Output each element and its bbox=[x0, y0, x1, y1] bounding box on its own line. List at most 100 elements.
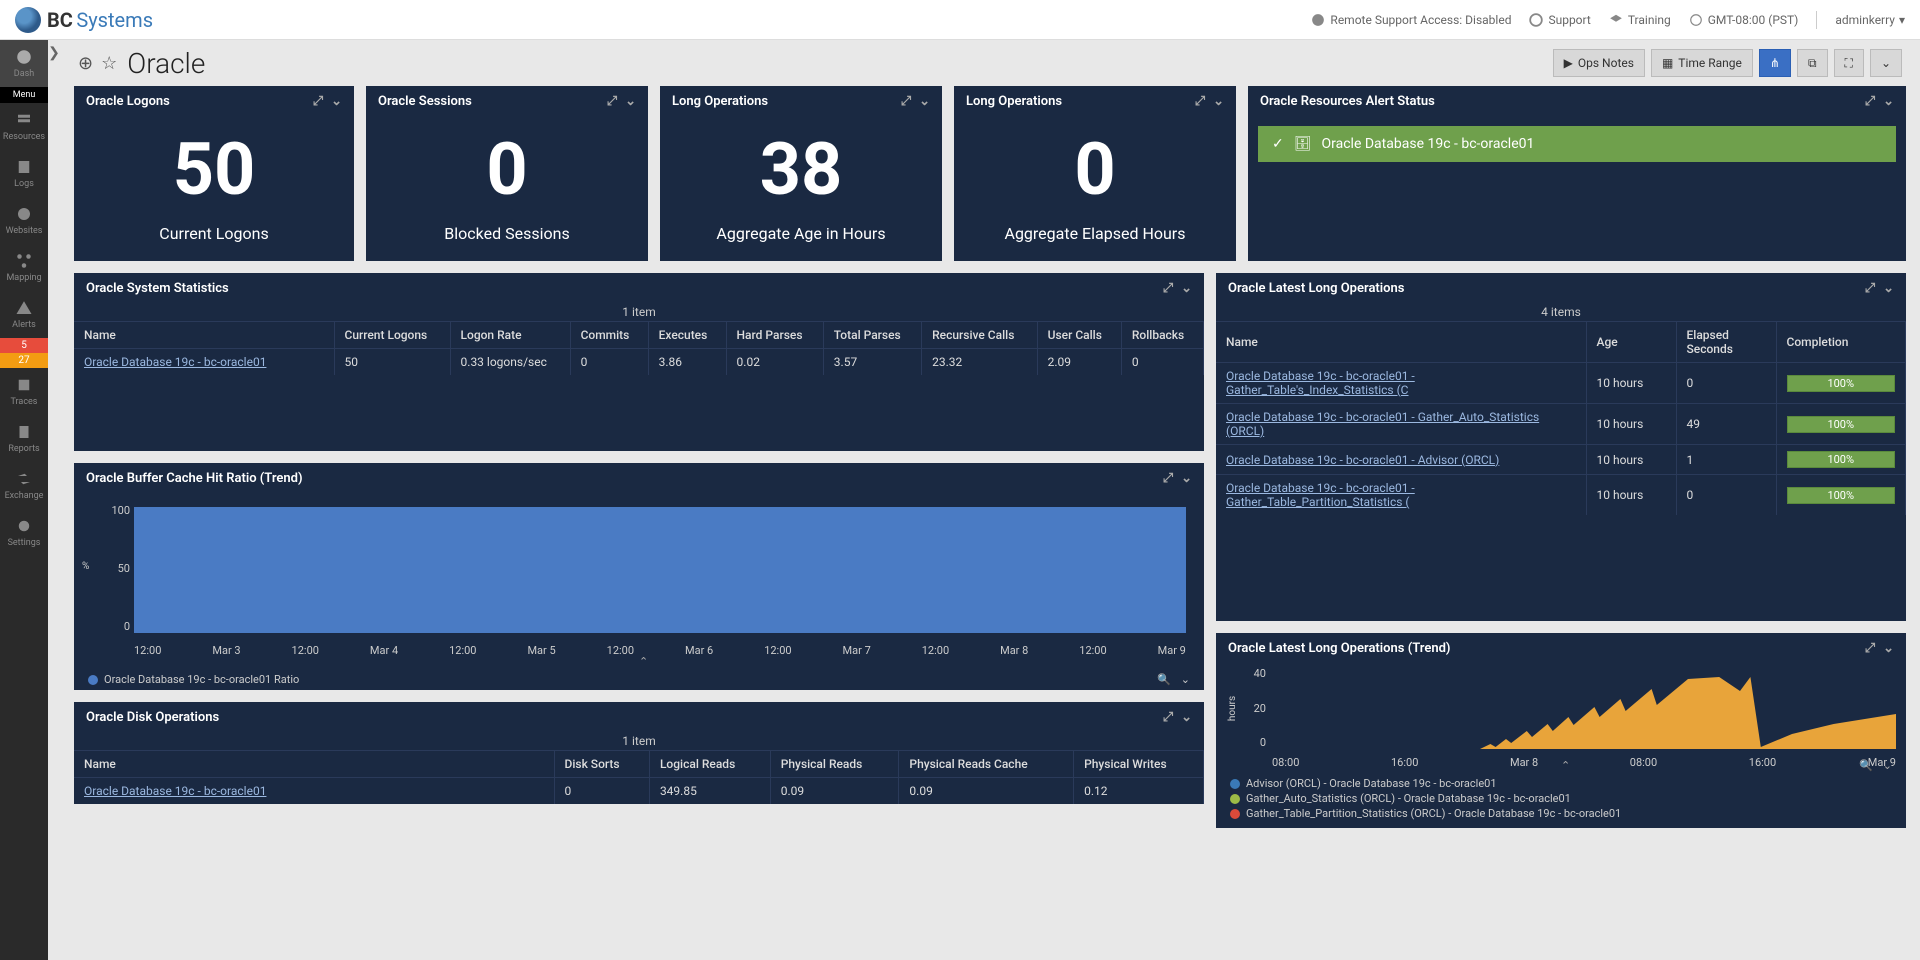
legend-dot bbox=[1230, 794, 1240, 804]
bignum-value: 38 bbox=[760, 134, 843, 206]
alert-count-warning[interactable]: 27 bbox=[0, 353, 48, 368]
page-header: ⊕ ☆ Oracle ▶Ops Notes ▦Time Range ⋔ ⧉ ⛶ … bbox=[60, 40, 1920, 86]
completion-badge: 100% bbox=[1787, 487, 1896, 504]
logo[interactable]: BC Systems bbox=[15, 7, 153, 33]
expand-icon[interactable]: ⤢ bbox=[1163, 471, 1173, 486]
legend-item[interactable]: Gather_Auto_Statistics (ORCL) - Oracle D… bbox=[1230, 792, 1892, 805]
info-icon bbox=[1311, 13, 1325, 27]
bignum-label: Aggregate Elapsed Hours bbox=[1005, 224, 1186, 243]
card-system-statistics: Oracle System Statistics⤢⌄ 1 item Name C… bbox=[74, 273, 1204, 451]
dashboard-grid: Oracle Logons⤢⌄ 50Current Logons Oracle … bbox=[60, 86, 1920, 960]
chevron-down-icon[interactable]: ⌄ bbox=[1181, 471, 1192, 486]
expand-icon[interactable]: ⤢ bbox=[1195, 94, 1205, 109]
sidebar-item-websites[interactable]: Websites bbox=[0, 197, 48, 244]
sidebar-item-resources[interactable]: Resources bbox=[0, 103, 48, 150]
toolbar: ▶Ops Notes ▦Time Range ⋔ ⧉ ⛶ ⌄ bbox=[1553, 49, 1902, 77]
item-count: 1 item bbox=[74, 732, 1204, 750]
alert-count-critical[interactable]: 5 bbox=[0, 338, 48, 353]
area-svg bbox=[1272, 669, 1896, 749]
sidebar-item-mapping[interactable]: Mapping bbox=[0, 244, 48, 291]
expand-icon[interactable]: ⤢ bbox=[901, 94, 911, 109]
card-alert-status: Oracle Resources Alert Status⤢⌄ ✓ 🗄 Orac… bbox=[1248, 86, 1906, 261]
table-row[interactable]: Oracle Database 19c - bc-oracle01 50 0.3… bbox=[74, 349, 1204, 376]
bignum-value: 0 bbox=[486, 134, 527, 206]
training-link[interactable]: Training bbox=[1609, 13, 1671, 27]
expand-icon[interactable]: ⤢ bbox=[1163, 710, 1173, 725]
system-stats-table: Name Current Logons Logon Rate Commits E… bbox=[74, 321, 1204, 375]
chevron-down-icon[interactable]: ⌄ bbox=[1181, 673, 1190, 686]
chevron-down-icon[interactable]: ⌄ bbox=[1213, 94, 1224, 109]
legend-item[interactable]: Gather_Table_Partition_Statistics (ORCL)… bbox=[1230, 807, 1892, 820]
sidebar-item-exchange[interactable]: Exchange bbox=[0, 462, 48, 509]
chevron-down-icon[interactable]: ⌄ bbox=[1181, 281, 1192, 296]
bignum-label: Aggregate Age in Hours bbox=[716, 224, 885, 243]
legend-dot bbox=[1230, 809, 1240, 819]
chevron-down-icon[interactable]: ⌄ bbox=[625, 94, 636, 109]
legend-dot bbox=[88, 675, 98, 685]
chevron-down-icon[interactable]: ⌄ bbox=[1883, 94, 1894, 109]
fullscreen-button[interactable]: ⛶ bbox=[1834, 49, 1864, 77]
sidebar-item-traces[interactable]: Traces bbox=[0, 368, 48, 415]
more-menu-button[interactable]: ⌄ bbox=[1870, 49, 1902, 77]
chevron-down-icon[interactable]: ⌄ bbox=[1883, 759, 1892, 772]
table-row[interactable]: Oracle Database 19c - bc-oracle01 - Gath… bbox=[1216, 404, 1906, 445]
remote-support-status[interactable]: Remote Support Access: Disabled bbox=[1311, 13, 1511, 27]
user-menu[interactable]: adminkerry ▾ bbox=[1835, 13, 1905, 27]
chevron-down-icon[interactable]: ⌄ bbox=[1181, 710, 1192, 725]
breadcrumb-icons: ⊕ ☆ bbox=[78, 53, 117, 74]
chevron-up-icon[interactable]: ⌃ bbox=[1561, 759, 1570, 772]
bignum-value: 0 bbox=[1074, 134, 1115, 206]
table-row[interactable]: Oracle Database 19c - bc-oracle01 - Gath… bbox=[1216, 475, 1906, 516]
legend-item[interactable]: Advisor (ORCL) - Oracle Database 19c - b… bbox=[1230, 777, 1892, 790]
lifebuoy-icon bbox=[1529, 13, 1543, 27]
logo-icon bbox=[15, 7, 41, 33]
chevron-down-icon[interactable]: ⌄ bbox=[919, 94, 930, 109]
alert-row-ok[interactable]: ✓ 🗄 Oracle Database 19c - bc-oracle01 bbox=[1258, 126, 1896, 162]
chevron-down-icon[interactable]: ⌄ bbox=[1883, 641, 1894, 656]
globe-icon bbox=[15, 205, 33, 223]
search-icon[interactable]: 🔍 bbox=[1157, 673, 1171, 686]
share-button[interactable]: ⋔ bbox=[1759, 49, 1791, 77]
long-ops-chart-plot: hours 40200 08:00 16:00 Mar 8 08:00 bbox=[1216, 663, 1906, 773]
sidebar-item-settings[interactable]: Settings bbox=[0, 509, 48, 556]
left-sidebar: ❯ Dash Menu Resources Logs Websites Mapp… bbox=[0, 40, 48, 960]
chevron-up-icon[interactable]: ⌃ bbox=[639, 655, 648, 668]
logo-text-sys: Systems bbox=[76, 8, 153, 32]
chevron-down-icon[interactable]: ⌄ bbox=[331, 94, 342, 109]
ops-notes-button[interactable]: ▶Ops Notes bbox=[1553, 49, 1645, 77]
sidebar-item-alerts[interactable]: Alerts bbox=[0, 291, 48, 338]
logo-text-bc: BC bbox=[47, 8, 73, 32]
copy-button[interactable]: ⧉ bbox=[1797, 49, 1828, 77]
card-long-operations-age: Long Operations⤢⌄ 38Aggregate Age in Hou… bbox=[660, 86, 942, 261]
gear-icon bbox=[15, 517, 33, 535]
table-row[interactable]: Oracle Database 19c - bc-oracle01 0 349.… bbox=[74, 778, 1204, 805]
timezone-selector[interactable]: GMT-08:00 (PST) bbox=[1689, 13, 1799, 27]
sidebar-item-logs[interactable]: Logs bbox=[0, 150, 48, 197]
chevron-down-icon[interactable]: ⌄ bbox=[1883, 281, 1894, 296]
time-range-button[interactable]: ▦Time Range bbox=[1651, 49, 1753, 77]
expand-icon[interactable]: ⤢ bbox=[1163, 281, 1173, 296]
expand-icon[interactable]: ⤢ bbox=[607, 94, 617, 109]
logs-icon bbox=[15, 158, 33, 176]
expand-icon[interactable]: ⤢ bbox=[1865, 281, 1875, 296]
sidebar-item-dash[interactable]: Dash bbox=[0, 40, 48, 87]
expand-icon[interactable]: ⤢ bbox=[1865, 641, 1875, 656]
reports-icon bbox=[15, 423, 33, 441]
disk-ops-table: Name Disk Sorts Logical Reads Physical R… bbox=[74, 750, 1204, 804]
search-icon[interactable]: 🔍 bbox=[1859, 759, 1873, 772]
support-link[interactable]: Support bbox=[1529, 13, 1590, 27]
sidebar-item-reports[interactable]: Reports bbox=[0, 415, 48, 462]
expand-icon[interactable]: ⤢ bbox=[313, 94, 323, 109]
copy-icon: ⧉ bbox=[1808, 56, 1817, 71]
table-row[interactable]: Oracle Database 19c - bc-oracle01 - Gath… bbox=[1216, 363, 1906, 404]
expand-icon[interactable]: ⤢ bbox=[1865, 94, 1875, 109]
card-latest-long-operations: Oracle Latest Long Operations⤢⌄ 4 items … bbox=[1216, 273, 1906, 621]
sidebar-expand-button[interactable]: ❯ bbox=[48, 40, 60, 66]
buffer-chart-plot: % 100500 12:00 Mar 3 12:00 Mar 4 12:00 M… bbox=[84, 501, 1190, 661]
chart-area bbox=[134, 507, 1186, 633]
dashboard-icon[interactable]: ⊕ bbox=[78, 53, 93, 74]
completion-badge: 100% bbox=[1787, 375, 1896, 392]
star-icon[interactable]: ☆ bbox=[101, 53, 117, 74]
play-icon: ▶ bbox=[1564, 56, 1573, 70]
table-row[interactable]: Oracle Database 19c - bc-oracle01 - Advi… bbox=[1216, 445, 1906, 475]
